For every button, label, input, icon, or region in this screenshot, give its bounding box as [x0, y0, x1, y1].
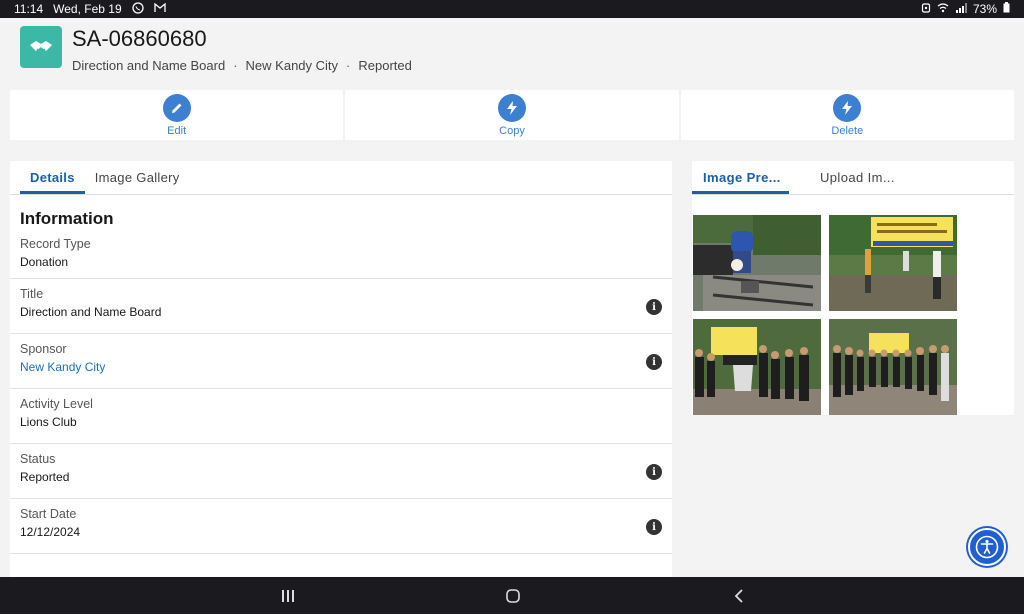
action-bar: Edit Copy Delete: [10, 90, 1014, 140]
lightning-icon: [833, 93, 862, 122]
home-button[interactable]: [501, 585, 525, 607]
sponsor-link[interactable]: New Kandy City: [20, 360, 662, 374]
battery-percent: 73%: [972, 2, 997, 16]
wifi-icon: [937, 2, 949, 16]
alarm-icon: [921, 2, 931, 16]
field-label: Status: [20, 452, 56, 466]
subtitle-type: Direction and Name Board: [72, 58, 226, 73]
gallery-image[interactable]: [829, 215, 957, 311]
tab-image-preview[interactable]: Image Pre...: [692, 161, 789, 194]
pencil-icon: [162, 93, 191, 122]
subtitle-status: Reported: [358, 58, 412, 73]
record-subtitle: Direction and Name Board · New Kandy Cit…: [72, 58, 412, 73]
tab-upload-image[interactable]: Upload Im...: [809, 161, 919, 194]
image-gallery: [692, 195, 1014, 415]
copy-label: Copy: [499, 124, 525, 137]
recent-apps-button[interactable]: [276, 585, 300, 607]
field-label: Sponsor: [20, 342, 67, 356]
field-label: Record Type: [20, 237, 91, 251]
edit-button[interactable]: Edit: [10, 90, 344, 140]
home-icon: [506, 589, 520, 603]
delete-label: Delete: [831, 124, 864, 137]
back-button[interactable]: [727, 585, 751, 607]
field-title: Title Direction and Name Board i: [10, 279, 672, 334]
field-label: Activity Level: [20, 397, 93, 411]
subtitle-separator: ·: [346, 58, 351, 73]
subtitle-separator: ·: [233, 58, 238, 73]
field-label: Start Date: [20, 507, 77, 521]
accessibility-icon: [975, 535, 999, 559]
signal-icon: [955, 2, 967, 16]
status-bar: 11:14 Wed, Feb 19 73%: [0, 0, 1024, 18]
edit-label: Edit: [167, 124, 187, 137]
gallery-image[interactable]: [693, 215, 821, 311]
back-icon: [734, 589, 743, 603]
tab-image-gallery[interactable]: Image Gallery: [85, 161, 190, 194]
field-sponsor: Sponsor New Kandy City i: [10, 334, 672, 389]
field-record-type: Record Type Donation: [10, 235, 672, 279]
tab-details[interactable]: Details: [20, 161, 85, 194]
accessibility-button[interactable]: [968, 528, 1006, 566]
field-label: Title: [20, 287, 44, 301]
handshake-icon: [20, 26, 62, 68]
info-icon[interactable]: i: [646, 299, 662, 315]
battery-icon: [1003, 2, 1010, 16]
section-title: Information: [20, 209, 114, 228]
system-nav-bar: [0, 577, 1024, 614]
field-status: Status Reported i: [10, 444, 672, 499]
image-tabs: Image Pre... Upload Im...: [692, 161, 1014, 195]
status-date: Wed, Feb 19: [53, 2, 122, 16]
field-start-date: Start Date 12/12/2024 i: [10, 499, 672, 554]
whatsapp-icon: [131, 1, 144, 17]
field-value: Lions Club: [20, 415, 77, 429]
gallery-image[interactable]: [693, 319, 821, 415]
delete-button[interactable]: Delete: [680, 90, 1014, 140]
lightning-icon: [497, 93, 526, 122]
gallery-image[interactable]: [829, 319, 957, 415]
field-value: 12/12/2024: [20, 525, 81, 539]
recents-icon: [282, 590, 294, 602]
field-value: Direction and Name Board: [20, 305, 162, 319]
copy-button[interactable]: Copy: [345, 90, 679, 140]
gmail-icon: [153, 2, 166, 16]
info-icon[interactable]: i: [646, 464, 662, 480]
image-card: Image Pre... Upload Im...: [692, 161, 1014, 415]
record-header: SA-06860680 Direction and Name Board · N…: [20, 26, 412, 73]
info-icon[interactable]: i: [646, 519, 662, 535]
field-activity-level: Activity Level Lions Club: [10, 389, 672, 444]
details-tabs: Details Image Gallery: [10, 161, 672, 195]
status-time: 11:14: [14, 2, 44, 16]
field-next-partial: [10, 554, 672, 577]
record-title: SA-06860680: [72, 26, 207, 51]
subtitle-sponsor: New Kandy City: [245, 58, 339, 73]
field-value: Reported: [20, 470, 70, 484]
details-card: Details Image Gallery Information Record…: [10, 161, 672, 577]
field-value: Donation: [20, 255, 69, 269]
info-icon[interactable]: i: [646, 354, 662, 370]
